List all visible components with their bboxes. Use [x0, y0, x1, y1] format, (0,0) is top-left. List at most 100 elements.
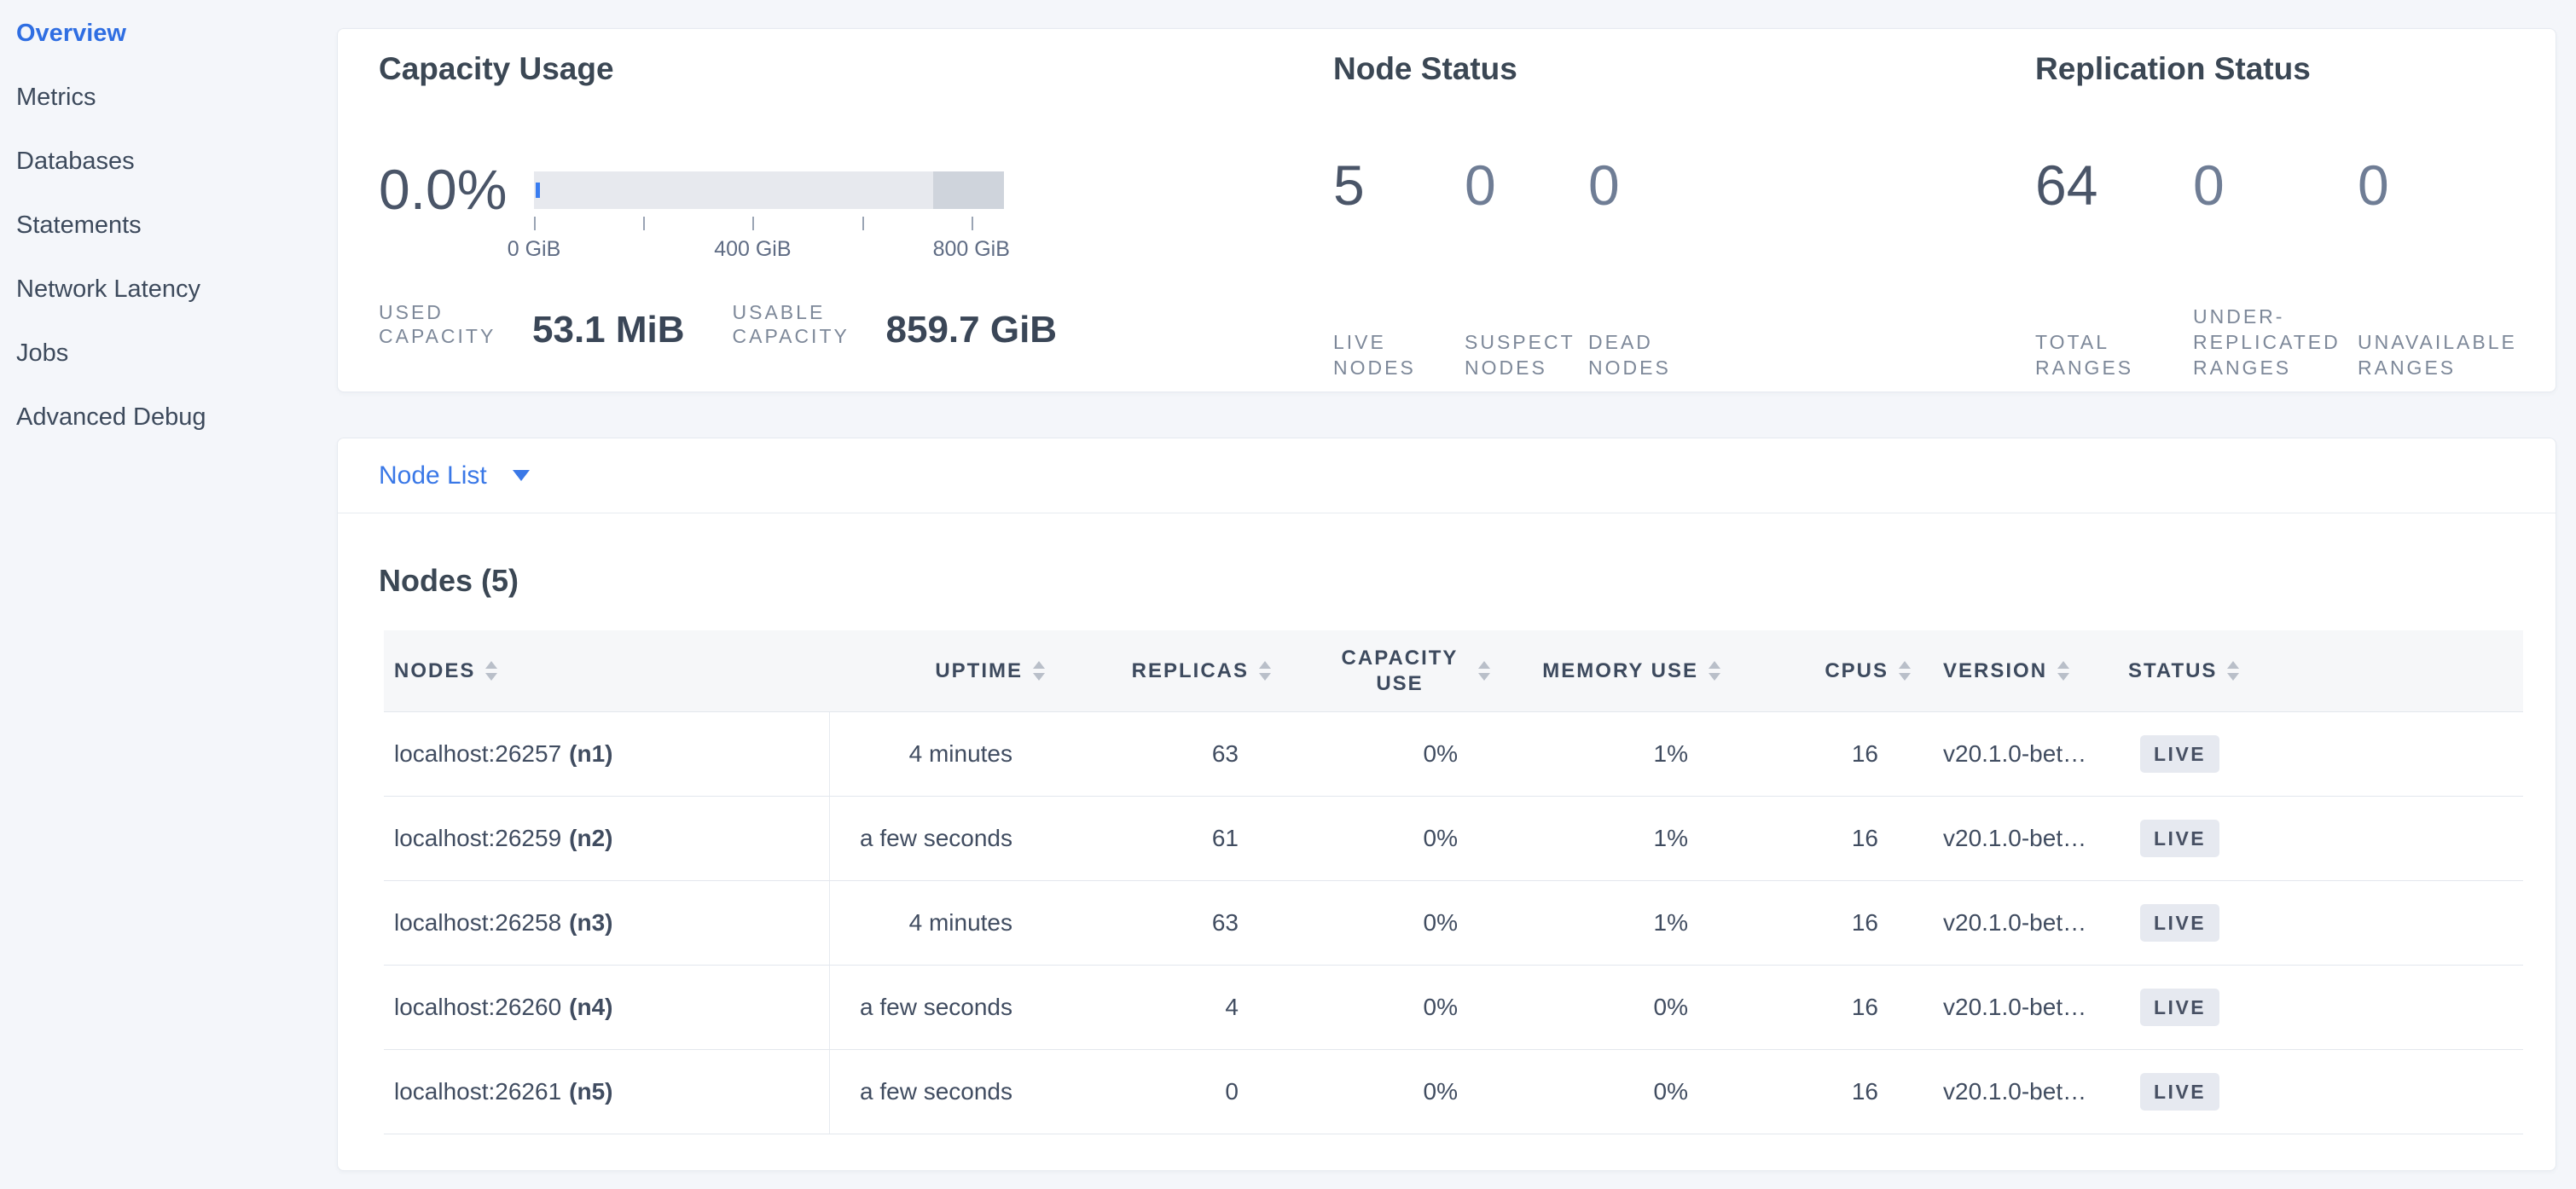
nodes-table: NODES UPTIME — [384, 630, 2523, 1134]
node-address: localhost:26259 — [394, 825, 561, 852]
capacity-use-cell: 0% — [1242, 712, 1461, 796]
status-badge: LIVE — [2140, 989, 2219, 1026]
sidebar-item[interactable]: Advanced Debug — [0, 386, 337, 450]
column-header[interactable]: UPTIME — [829, 659, 1016, 683]
status-cell: LIVE — [2099, 966, 2523, 1049]
sort-up-icon — [2227, 661, 2239, 669]
column-header-label: CPUS — [1825, 659, 1888, 683]
node-address: localhost:26260 — [394, 994, 561, 1021]
axis-tick — [752, 217, 754, 230]
status-badge: LIVE — [2140, 735, 2219, 773]
column-header[interactable]: NODES — [384, 659, 829, 683]
capacity-axis-ticks — [534, 217, 1004, 230]
uptime-cell: a few seconds — [829, 797, 1016, 880]
memory-use-cell: 1% — [1461, 881, 1691, 965]
table-row[interactable]: localhost:26259 (n2) a few seconds 61 0%… — [384, 797, 2523, 881]
node-id: (n4) — [569, 994, 612, 1021]
sort-down-icon — [2057, 673, 2069, 681]
column-header[interactable]: STATUS — [2099, 659, 2523, 683]
sort-up-icon — [485, 661, 497, 669]
chevron-down-icon — [513, 470, 530, 481]
version-cell: v20.1.0-bet… — [1882, 797, 2099, 880]
axis-tick — [643, 217, 645, 230]
node-id: (n3) — [569, 909, 612, 937]
replication-stat-label: TOTAL RANGES — [2035, 329, 2193, 380]
uptime-cell: a few seconds — [829, 966, 1016, 1049]
capacity-axis-labels: 0 GiB400 GiB800 GiB — [534, 237, 1004, 263]
node-address: localhost:26261 — [394, 1078, 561, 1105]
node-status-stat-label: SUSPECT NODES — [1465, 329, 1588, 380]
capacity-stat-value: 53.1 MiB — [532, 312, 685, 348]
axis-tick — [972, 217, 973, 230]
version-cell: v20.1.0-bet… — [1882, 1050, 2099, 1134]
column-header[interactable]: CPUS — [1691, 659, 1882, 683]
column-header-label: CAPACITY USE — [1332, 646, 1468, 697]
column-header[interactable]: VERSION — [1882, 659, 2099, 683]
capacity-bar-used-marker — [536, 183, 540, 198]
table-row[interactable]: localhost:26257 (n1) 4 minutes 63 0% 1% … — [384, 712, 2523, 797]
cpus-cell: 16 — [1691, 712, 1882, 796]
memory-use-cell: 1% — [1461, 797, 1691, 880]
capacity-use-cell: 0% — [1242, 966, 1461, 1049]
node-name-cell: localhost:26261 (n5) — [384, 1050, 829, 1134]
cpus-cell: 16 — [1691, 881, 1882, 965]
node-address: localhost:26258 — [394, 909, 561, 937]
status-badge: LIVE — [2140, 904, 2219, 942]
memory-use-cell: 1% — [1461, 712, 1691, 796]
cluster-summary-card: Capacity Usage 0.0% 0 GiB400 GiB800 GiB … — [337, 28, 2556, 392]
column-header[interactable]: MEMORY USE — [1461, 659, 1691, 683]
sort-arrows-icon — [2227, 661, 2239, 681]
capacity-use-cell: 0% — [1242, 881, 1461, 965]
cpus-cell: 16 — [1691, 1050, 1882, 1134]
uptime-cell: 4 minutes — [829, 881, 1016, 965]
capacity-usage-panel: Capacity Usage 0.0% 0 GiB400 GiB800 GiB … — [379, 29, 1326, 392]
capacity-stats: USED CAPACITY 53.1 MiB USABLE CAPACITY 8… — [379, 300, 1057, 348]
node-list-dropdown-label: Node List — [379, 461, 487, 490]
sidebar-item[interactable]: Statements — [0, 194, 337, 258]
node-address: localhost:26257 — [394, 740, 561, 768]
node-list-dropdown[interactable]: Node List — [338, 438, 2556, 513]
status-cell: LIVE — [2099, 1050, 2523, 1134]
sidebar-item[interactable]: Databases — [0, 130, 337, 194]
table-row[interactable]: localhost:26260 (n4) a few seconds 4 0% … — [384, 966, 2523, 1050]
capacity-bar-track — [534, 171, 1004, 209]
replicas-cell: 63 — [1016, 881, 1242, 965]
cockroachdb-overview-page: Overview Metrics Databases Statements Ne… — [0, 0, 2576, 1189]
capacity-stat-value: 859.7 GiB — [886, 312, 1058, 348]
node-status-stats: 5 LIVE NODES 0 SUSPECT NODES 0 DEAD NODE… — [1333, 157, 1738, 380]
node-name-cell: localhost:26259 (n2) — [384, 797, 829, 880]
status-badge: LIVE — [2140, 1073, 2219, 1111]
sidebar-item[interactable]: Network Latency — [0, 258, 337, 322]
sidebar-item[interactable]: Metrics — [0, 66, 337, 130]
version-cell: v20.1.0-bet… — [1882, 712, 2099, 796]
cpus-cell: 16 — [1691, 797, 1882, 880]
table-row[interactable]: localhost:26261 (n5) a few seconds 0 0% … — [384, 1050, 2523, 1134]
sort-down-icon — [2227, 673, 2239, 681]
sidebar-item[interactable]: Jobs — [0, 322, 337, 386]
replication-stat: 64 TOTAL RANGES — [2035, 157, 2193, 380]
column-header-label: STATUS — [2128, 659, 2217, 683]
replication-stat: 0 UNDER-REPLICATED RANGES — [2193, 157, 2358, 380]
memory-use-cell: 0% — [1461, 966, 1691, 1049]
capacity-use-cell: 0% — [1242, 797, 1461, 880]
capacity-percent-value: 0.0% — [379, 157, 507, 222]
column-header-label: NODES — [394, 659, 475, 683]
replication-stat-value: 0 — [2358, 157, 2541, 213]
replicas-cell: 4 — [1016, 966, 1242, 1049]
column-header[interactable]: REPLICAS — [1016, 659, 1242, 683]
axis-tick — [862, 217, 864, 230]
replication-status-stats: 64 TOTAL RANGES 0 UNDER-REPLICATED RANGE… — [2035, 157, 2541, 380]
node-status-stat-value: 5 — [1333, 157, 1465, 213]
replication-stat-value: 64 — [2035, 157, 2193, 213]
uptime-cell: 4 minutes — [829, 712, 1016, 796]
sort-arrows-icon — [485, 661, 497, 681]
node-list-card: Node List Nodes (5) NODES — [337, 438, 2556, 1171]
sidebar: Overview Metrics Databases Statements Ne… — [0, 0, 337, 1189]
sort-up-icon — [2057, 661, 2069, 669]
axis-tick-label: 800 GiB — [933, 237, 1010, 262]
table-row[interactable]: localhost:26258 (n3) 4 minutes 63 0% 1% … — [384, 881, 2523, 966]
sidebar-item[interactable]: Overview — [0, 2, 337, 66]
node-status-stat: 0 SUSPECT NODES — [1465, 157, 1588, 380]
version-cell: v20.1.0-bet… — [1882, 881, 2099, 965]
column-header[interactable]: CAPACITY USE — [1242, 646, 1461, 697]
